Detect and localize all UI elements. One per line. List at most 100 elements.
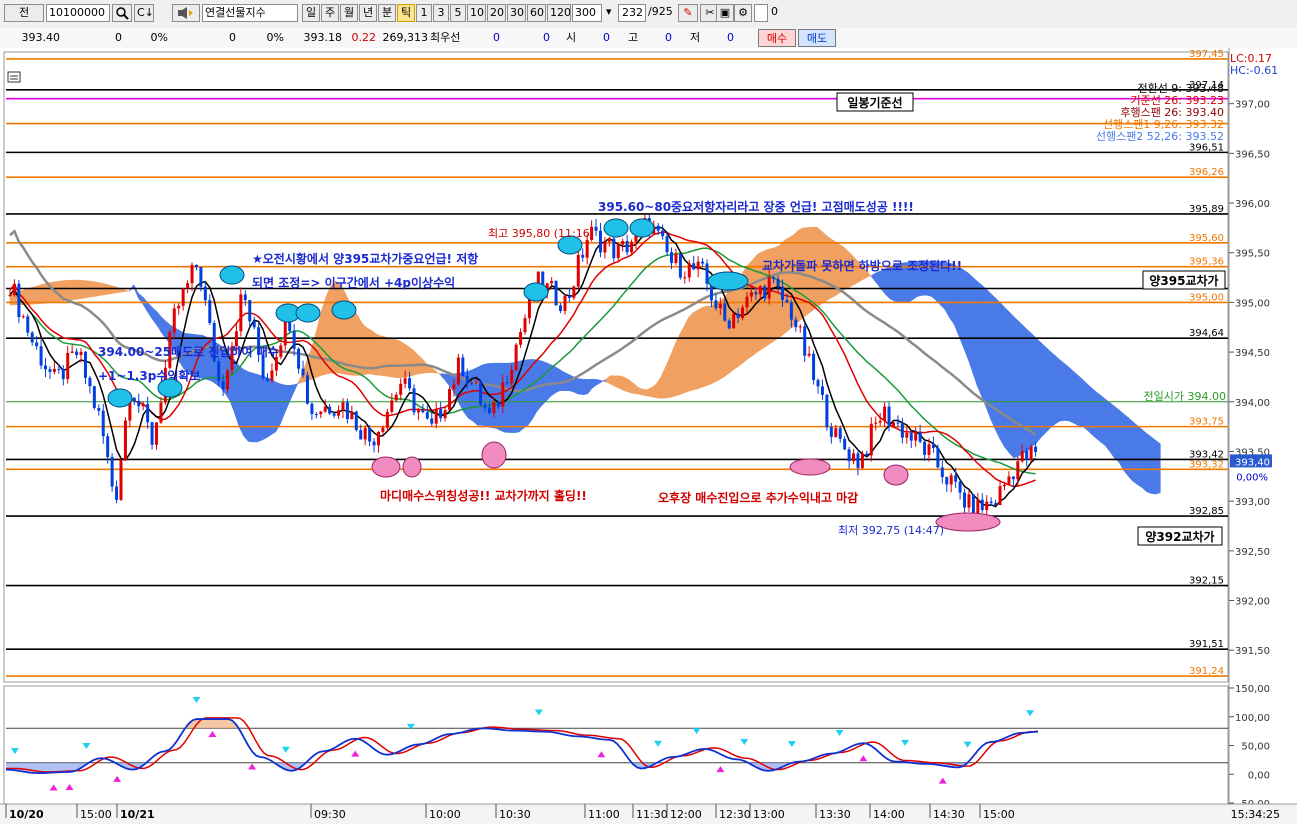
draw-tools-icon[interactable]: ✎	[678, 4, 698, 22]
candle-body	[186, 283, 190, 289]
prefix-button[interactable]: 전	[4, 4, 44, 22]
price-tick-label: 395,00	[1235, 298, 1270, 309]
candle-body	[896, 422, 900, 424]
cyan-highlight-marker	[219, 265, 245, 285]
quote-price: 393.40	[21, 31, 61, 44]
pink-highlight-marker	[481, 441, 507, 469]
candle-body	[234, 331, 238, 347]
period-button-1[interactable]: 주	[321, 4, 339, 22]
interval-select[interactable]: 300	[572, 4, 602, 22]
cloud-segment	[1004, 306, 1010, 454]
cyan-highlight-marker	[523, 282, 549, 302]
interval-button-120[interactable]: 120	[547, 4, 571, 22]
line-label-text: 일봉기준선	[847, 95, 902, 110]
candle-body	[519, 332, 523, 345]
option-checkbox[interactable]	[754, 4, 768, 22]
interval-button-30[interactable]: 30	[507, 4, 526, 22]
candle-body	[900, 423, 904, 438]
candle-body	[301, 368, 305, 376]
candle-body	[670, 252, 674, 263]
annotation-text: 395.60~80중요저항자리라고 장중 언급! 고점매도성공 !!!!	[598, 199, 914, 214]
interval-button-3[interactable]: 3	[433, 4, 449, 22]
low-label: 저	[690, 31, 701, 44]
interval-button-1[interactable]: 1	[416, 4, 432, 22]
period-button-3[interactable]: 년	[359, 4, 377, 22]
price-tick-label: 392,50	[1235, 547, 1270, 558]
cloud-segment	[1082, 378, 1088, 431]
time-tick-label: 11:00	[588, 808, 620, 821]
settings-gear-icon[interactable]: ⚙	[734, 4, 752, 22]
instrument-name-field[interactable]: 연결선물지수	[202, 4, 298, 22]
cloud-segment	[1141, 428, 1147, 493]
annotation-text: 최저 392,75 (14:47)	[838, 524, 944, 537]
code-input[interactable]: 10100000	[46, 4, 110, 22]
count-input[interactable]: 232	[618, 4, 646, 22]
cloud-segment	[692, 309, 698, 391]
candle-body	[79, 351, 83, 355]
candle-body	[585, 239, 589, 258]
candle-body	[194, 264, 198, 268]
candle-body	[443, 410, 447, 419]
cloud-segment	[41, 283, 47, 304]
interval-button-60[interactable]: 60	[527, 4, 546, 22]
cloud-segment	[106, 283, 112, 295]
candle-body	[21, 316, 25, 318]
candle-body	[337, 410, 341, 416]
chevron-down-icon[interactable]: ▾	[604, 4, 614, 22]
cyan-highlight-marker	[603, 218, 629, 238]
c-arrow-icon[interactable]: C↓	[134, 4, 154, 22]
candle-body	[376, 431, 380, 446]
sell-button[interactable]: 매도	[798, 29, 836, 47]
cloud-segment	[550, 364, 556, 397]
cloud-segment	[711, 302, 717, 385]
candle-body	[394, 394, 398, 401]
candle-body	[314, 414, 318, 416]
save-icon[interactable]: ▣	[716, 4, 734, 22]
candle-body	[874, 422, 878, 424]
period-button-2[interactable]: 월	[340, 4, 358, 22]
candle-body	[510, 370, 514, 384]
candle-body	[927, 444, 931, 455]
candle-body	[252, 321, 256, 328]
interval-button-5[interactable]: 5	[450, 4, 466, 22]
cloud-segment	[619, 375, 625, 392]
osc-tick-label: 50,00	[1241, 742, 1270, 753]
candle-body	[807, 353, 811, 356]
osc-tick-label: 100,00	[1235, 713, 1270, 724]
interval-button-10[interactable]: 10	[467, 4, 486, 22]
interval-button-20[interactable]: 20	[487, 4, 506, 22]
price-chart[interactable]: 395.60~80중요저항자리라고 장중 언급! 고점매도성공 !!!! ★오전시…	[0, 48, 1297, 824]
period-button-4[interactable]: 분	[378, 4, 396, 22]
candle-body	[292, 331, 296, 349]
candle-body	[630, 241, 634, 253]
candle-body	[763, 286, 767, 299]
toolbar: 전 10100000 C↓ 연결선물지수 일주월년분틱 1 3 5 10 20 30 60 1…	[0, 0, 1297, 29]
candle-body	[891, 422, 895, 427]
candle-body	[798, 326, 802, 328]
cloud-segment	[1050, 350, 1056, 429]
period-button-5[interactable]: 틱	[397, 4, 415, 22]
cloud-segment	[1077, 374, 1083, 427]
period-button-0[interactable]: 일	[302, 4, 320, 22]
magnifier-icon[interactable]	[112, 4, 132, 22]
level-value-label: 397,45	[1189, 49, 1224, 60]
cloud-segment	[243, 369, 249, 443]
quote-volume: 269,313	[382, 31, 429, 44]
candle-body	[678, 254, 682, 278]
annotation-text: +1~1.3p수익확보	[98, 368, 200, 383]
speaker-icon[interactable]	[172, 4, 200, 22]
candle-body	[221, 380, 225, 390]
buy-button[interactable]: 매수	[758, 29, 796, 47]
cloud-segment	[513, 360, 519, 434]
candle-body	[665, 236, 669, 253]
cloud-segment	[701, 305, 707, 388]
level-value-label: 394,64	[1189, 328, 1224, 339]
candle-body	[1007, 476, 1011, 485]
line-label-text: 양392교차가	[1145, 529, 1214, 544]
time-tick-label: 10/20	[9, 808, 44, 821]
candle-body	[980, 499, 984, 511]
candle-body	[954, 475, 958, 482]
cloud-segment	[999, 301, 1005, 449]
candle-body	[852, 453, 856, 462]
cyan-highlight-marker	[629, 218, 655, 238]
